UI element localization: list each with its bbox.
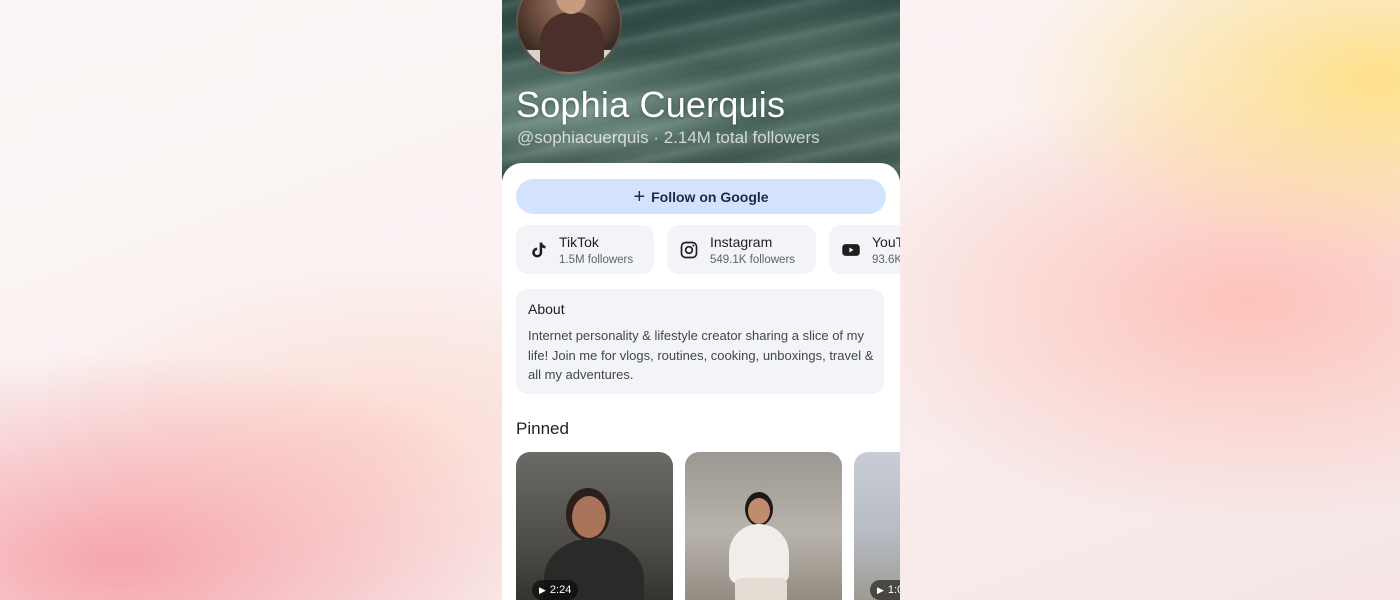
pinned-heading: Pinned <box>516 419 569 438</box>
about-heading: About <box>528 301 565 317</box>
social-followers-count: 93.6K <box>872 254 900 266</box>
social-platform-name: YouT <box>872 234 900 250</box>
follow-on-google-button[interactable]: + Follow on Google <box>516 179 886 214</box>
pinned-videos-carousel: ▶ 2:24 ▶ 1:0 <box>516 452 900 600</box>
profile-handle-followers: @sophiacuerquis · 2.14M total followers <box>517 128 820 147</box>
social-platform-name: TikTok <box>559 234 599 250</box>
pinned-video-thumbnail[interactable]: ▶ 2:24 <box>516 452 673 600</box>
video-duration: 2:24 <box>549 584 572 596</box>
social-chip-youtube[interactable]: YouT 93.6K <box>829 225 900 274</box>
phone-screen: Sophia Cuerquis @sophiacuerquis · 2.14M … <box>502 0 900 600</box>
social-accounts-row: TikTok 1.5M followers Instagram 549.1K f… <box>516 225 900 275</box>
video-duration-badge: ▶ 1:0 <box>870 580 900 600</box>
plus-icon: + <box>633 185 646 208</box>
tiktok-icon <box>532 242 546 258</box>
social-platform-name: Instagram <box>710 234 773 250</box>
profile-sheet: + Follow on Google TikTok 1.5M followers… <box>502 163 900 600</box>
avatar[interactable] <box>516 0 622 74</box>
youtube-icon <box>842 244 860 256</box>
video-duration-badge: ▶ 2:24 <box>532 580 579 600</box>
follow-button-label: Follow on Google <box>651 188 769 205</box>
pinned-video-thumbnail[interactable]: ▶ 1:0 <box>854 452 900 600</box>
play-icon: ▶ <box>877 584 884 595</box>
social-chip-instagram[interactable]: Instagram 549.1K followers <box>667 225 816 274</box>
social-followers-count: 549.1K followers <box>710 254 796 266</box>
profile-name: Sophia Cuerquis <box>516 84 786 125</box>
profile-header-banner: Sophia Cuerquis @sophiacuerquis · 2.14M … <box>502 0 900 180</box>
social-chip-tiktok[interactable]: TikTok 1.5M followers <box>516 225 654 274</box>
video-duration: 1:0 <box>887 584 900 596</box>
pinned-video-thumbnail[interactable] <box>685 452 842 600</box>
about-card: About Internet personality & lifestyle c… <box>516 289 884 394</box>
about-text: Internet personality & lifestyle creator… <box>528 328 874 382</box>
play-icon: ▶ <box>539 584 546 595</box>
instagram-icon <box>680 241 698 259</box>
social-followers-count: 1.5M followers <box>559 254 634 266</box>
